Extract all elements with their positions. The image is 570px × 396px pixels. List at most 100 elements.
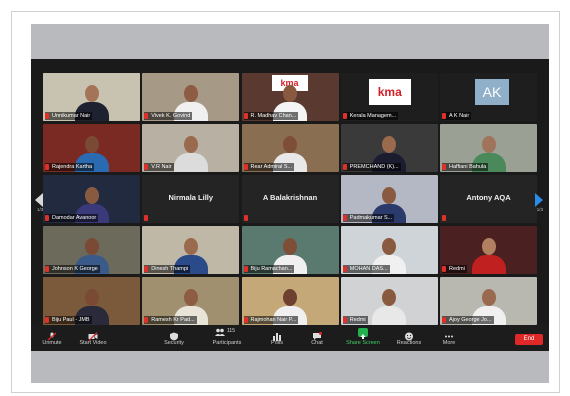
participant-name: R. Madhav Chan... <box>243 112 299 120</box>
muted-mic-icon <box>144 113 149 119</box>
participants-button[interactable]: 115 Participants <box>207 327 247 349</box>
participant-tile[interactable]: Haffiani Bahula <box>440 124 537 172</box>
more-label: More <box>442 340 456 346</box>
muted-mic-icon <box>45 215 49 221</box>
participant-name: Biju Paul - JMB <box>45 316 92 324</box>
participant-tile[interactable]: AK A K Nair <box>440 73 537 121</box>
end-button[interactable]: End <box>515 334 543 345</box>
muted-mic-icon <box>243 266 248 272</box>
muted-mic-icon <box>442 215 446 221</box>
participant-name: Damodar Avanoor <box>45 214 99 222</box>
logo-text: kma <box>377 85 402 99</box>
participant-tile[interactable]: Biju Ramachan... <box>241 226 339 274</box>
next-page-arrow-icon[interactable] <box>535 193 543 207</box>
participant-name: Rajmohan Nair P... <box>243 316 299 324</box>
participant-tile[interactable]: Nirmala Lilly <box>142 175 240 223</box>
participant-video <box>173 132 208 172</box>
muted-mic-icon <box>47 328 57 341</box>
participant-name: Kerala Managem... <box>342 112 399 120</box>
bottom-gray-band <box>31 351 549 383</box>
participant-tile[interactable]: Ajoy George Jo... <box>440 277 537 325</box>
polls-label: Polls <box>271 340 283 346</box>
participant-tile[interactable]: kma Kerala Managem... <box>340 73 438 121</box>
chat-label: Chat <box>311 340 323 346</box>
prev-page-arrow-icon[interactable] <box>35 193 43 207</box>
participant-tile[interactable]: PREMCHAND (K)... <box>340 124 438 172</box>
participants-count: 115 <box>227 328 235 334</box>
share-screen-button[interactable]: Share Screen <box>343 327 383 349</box>
participant-name: V.R Nair <box>144 163 174 171</box>
organization-logo: kma <box>368 79 411 105</box>
muted-mic-icon <box>442 164 446 170</box>
participant-tile[interactable]: Unnikumar Nair <box>43 73 140 121</box>
polls-button[interactable]: Polls <box>265 327 289 349</box>
muted-mic-icon <box>442 266 446 272</box>
chat-button[interactable]: Chat <box>305 327 329 349</box>
participant-tile[interactable]: Damodar Avanoor <box>43 175 140 223</box>
participant-tile[interactable]: V.R Nair <box>142 124 240 172</box>
participant-name: Rear Admiral S... <box>243 163 295 171</box>
participant-tile[interactable]: Biju Paul - JMB <box>43 277 140 325</box>
participant-tile[interactable]: Vivek K. Govind <box>142 73 240 121</box>
zoom-window: 1/3 Unnikumar Nair Vivek K. Govind kma R. M… <box>31 59 549 351</box>
muted-mic-icon <box>144 317 149 323</box>
more-button[interactable]: More <box>437 327 461 349</box>
reactions-icon <box>404 328 414 341</box>
participant-tile[interactable]: MOHAN DAS... <box>340 226 438 274</box>
start-video-button[interactable]: Start Video <box>75 327 111 349</box>
participant-name: Biju Ramachan... <box>243 265 295 273</box>
participant-tile[interactable]: A Balakrishnan <box>241 175 339 223</box>
start-video-label: Start Video <box>79 340 107 346</box>
participant-name: Antony AQA <box>466 193 511 202</box>
participant-name: Unnikumar Nair <box>45 112 93 120</box>
security-button[interactable]: Security <box>159 327 189 349</box>
participant-tile[interactable]: Padmakumar S... <box>340 175 438 223</box>
participant-tile[interactable]: Rear Admiral S... <box>241 124 339 172</box>
participant-tile[interactable]: Redmi <box>440 226 537 274</box>
participant-name: Vivek K. Govind <box>144 112 193 120</box>
participant-tile[interactable]: Ramesh Kr Pad... <box>142 277 240 325</box>
muted-mic-icon <box>45 317 49 323</box>
meeting-toolbar: Unmute Start Video Security 115 Particip… <box>31 325 549 351</box>
muted-mic-icon <box>144 164 149 170</box>
security-label: Security <box>164 340 184 346</box>
muted-mic-icon <box>243 215 248 221</box>
participant-name: A Balakrishnan <box>262 193 318 202</box>
muted-mic-icon <box>342 317 347 323</box>
muted-mic-icon <box>45 164 49 170</box>
avatar: AK <box>475 79 509 105</box>
muted-mic-icon <box>243 113 248 119</box>
muted-mic-icon <box>442 113 446 119</box>
reactions-button[interactable]: Reactions <box>393 327 425 349</box>
share-screen-icon <box>358 328 368 339</box>
participant-tile[interactable]: kma R. Madhav Chan... <box>241 73 339 121</box>
participant-name: Ajoy George Jo... <box>442 316 494 324</box>
muted-mic-icon <box>442 317 446 323</box>
unmute-button[interactable]: Unmute <box>37 327 67 349</box>
muted-mic-icon <box>243 164 248 170</box>
participant-video <box>471 234 506 274</box>
muted-mic-icon <box>144 266 149 272</box>
chat-icon <box>312 328 322 340</box>
participant-tile[interactable]: Redmi <box>340 277 438 325</box>
participant-tile[interactable]: Dinesh Thampi <box>142 226 240 274</box>
participant-tile[interactable]: Johnson K George <box>43 226 140 274</box>
unmute-label: Unmute <box>42 340 62 346</box>
participant-name: Rajendra Kartha <box>45 163 95 171</box>
muted-mic-icon <box>45 113 49 119</box>
participant-tile[interactable]: Antony AQA <box>440 175 537 223</box>
participant-tile[interactable]: Rajendra Kartha <box>43 124 140 172</box>
reactions-label: Reactions <box>396 340 422 346</box>
muted-mic-icon <box>342 215 347 221</box>
participant-tile[interactable]: Rajmohan Nair P... <box>241 277 339 325</box>
participant-name: PREMCHAND (K)... <box>342 163 401 171</box>
participants-icon: 115 <box>215 328 239 337</box>
muted-mic-icon <box>342 113 347 119</box>
shield-icon <box>169 328 179 341</box>
muted-mic-icon <box>243 317 248 323</box>
muted-mic-icon <box>45 266 49 272</box>
top-gray-band <box>31 24 549 59</box>
participant-name: Haffiani Bahula <box>442 163 489 171</box>
participant-name: Dinesh Thampi <box>144 265 191 273</box>
share-screen-label: Share Screen <box>346 340 380 346</box>
